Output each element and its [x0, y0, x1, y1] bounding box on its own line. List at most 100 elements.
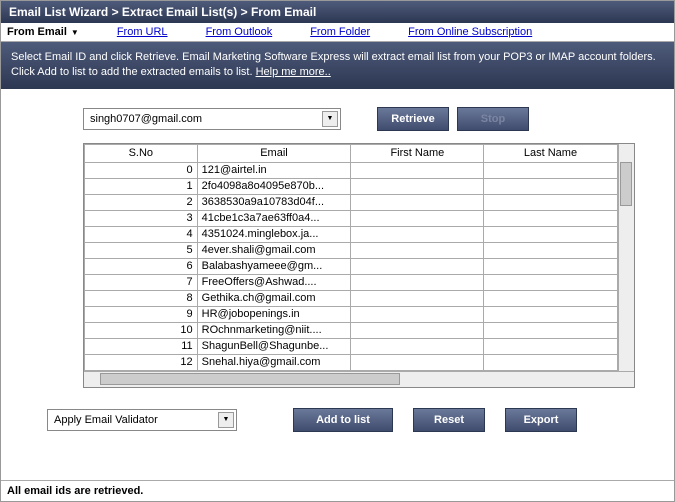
cell-first: [351, 210, 484, 226]
tab-from-email[interactable]: From Email ▼: [7, 26, 79, 38]
cell-sno: 2: [85, 194, 198, 210]
cell-sno: 10: [85, 322, 198, 338]
table-row[interactable]: 12fo4098a8o4095e870b...: [85, 178, 634, 194]
title-bar: Email List Wizard > Extract Email List(s…: [1, 1, 674, 23]
cell-email: Snehal.hiya@gmail.com: [197, 354, 351, 370]
horizontal-scrollbar[interactable]: [84, 371, 634, 387]
vertical-scrollbar[interactable]: [618, 144, 634, 371]
scrollbar-thumb[interactable]: [620, 162, 632, 206]
cell-sno: 8: [85, 290, 198, 306]
email-id-select[interactable]: singh0707@gmail.com ▼: [83, 108, 341, 130]
reset-button[interactable]: Reset: [413, 408, 485, 432]
cell-email: 4351024.minglebox.ja...: [197, 226, 351, 242]
cell-email: 41cbe1c3a7ae63ff0a4...: [197, 210, 351, 226]
cell-email: ROchnmarketing@niit....: [197, 322, 351, 338]
tab-from-online[interactable]: From Online Subscription: [408, 26, 532, 38]
cell-first: [351, 242, 484, 258]
instructions-panel: Select Email ID and click Retrieve. Emai…: [1, 42, 674, 89]
cell-first: [351, 258, 484, 274]
cell-first: [351, 290, 484, 306]
bottom-row: Apply Email Validator ▼ Add to list Rese…: [47, 408, 654, 432]
cell-first: [351, 306, 484, 322]
validator-value: Apply Email Validator: [54, 414, 158, 426]
col-email[interactable]: Email: [197, 144, 351, 162]
cell-last: [484, 322, 617, 338]
tab-from-outlook[interactable]: From Outlook: [206, 26, 273, 38]
cell-last: [484, 242, 617, 258]
table-row[interactable]: 23638530a9a10783d04f...: [85, 194, 634, 210]
cell-first: [351, 322, 484, 338]
table-row[interactable]: 7FreeOffers@Ashwad....: [85, 274, 634, 290]
cell-sno: 5: [85, 242, 198, 258]
table-row[interactable]: 11ShagunBell@Shagunbe...: [85, 338, 634, 354]
email-id-value: singh0707@gmail.com: [90, 113, 202, 125]
cell-first: [351, 274, 484, 290]
tab-from-folder[interactable]: From Folder: [310, 26, 370, 38]
cell-first: [351, 338, 484, 354]
cell-email: 4ever.shali@gmail.com: [197, 242, 351, 258]
retrieve-buttons: Retrieve Stop: [377, 107, 529, 131]
chevron-down-icon: ▼: [218, 412, 234, 428]
cell-last: [484, 258, 617, 274]
table-row[interactable]: 6Balabashyameee@gm...: [85, 258, 634, 274]
table-row[interactable]: 8Gethika.ch@gmail.com: [85, 290, 634, 306]
chevron-down-icon: ▼: [322, 111, 338, 127]
results-table: S.No Email First Name Last Name 0121@air…: [84, 144, 634, 371]
cell-email: HR@jobopenings.in: [197, 306, 351, 322]
table-header-row: S.No Email First Name Last Name: [85, 144, 634, 162]
cell-email: 121@airtel.in: [197, 162, 351, 178]
cell-email: 3638530a9a10783d04f...: [197, 194, 351, 210]
cell-sno: 7: [85, 274, 198, 290]
cell-email: Gethika.ch@gmail.com: [197, 290, 351, 306]
table-row[interactable]: 341cbe1c3a7ae63ff0a4...: [85, 210, 634, 226]
cell-first: [351, 354, 484, 370]
col-sno[interactable]: S.No: [85, 144, 198, 162]
cell-sno: 3: [85, 210, 198, 226]
status-bar: All email ids are retrieved.: [1, 480, 674, 501]
cell-last: [484, 354, 617, 370]
cell-email: FreeOffers@Ashwad....: [197, 274, 351, 290]
cell-last: [484, 194, 617, 210]
cell-last: [484, 210, 617, 226]
table-row[interactable]: 10ROchnmarketing@niit....: [85, 322, 634, 338]
cell-email: Balabashyameee@gm...: [197, 258, 351, 274]
cell-sno: 0: [85, 162, 198, 178]
app-window: Email List Wizard > Extract Email List(s…: [0, 0, 675, 502]
tab-from-url[interactable]: From URL: [117, 26, 168, 38]
retrieve-row: singh0707@gmail.com ▼ Retrieve Stop: [83, 107, 654, 131]
scrollbar-thumb[interactable]: [100, 373, 400, 385]
export-button[interactable]: Export: [505, 408, 577, 432]
table-row[interactable]: 9HR@jobopenings.in: [85, 306, 634, 322]
retrieve-button[interactable]: Retrieve: [377, 107, 449, 131]
cell-first: [351, 194, 484, 210]
col-first[interactable]: First Name: [351, 144, 484, 162]
content-area: singh0707@gmail.com ▼ Retrieve Stop S.No…: [1, 89, 674, 480]
cell-sno: 1: [85, 178, 198, 194]
add-to-list-button[interactable]: Add to list: [293, 408, 393, 432]
table-row[interactable]: 12Snehal.hiya@gmail.com: [85, 354, 634, 370]
col-last[interactable]: Last Name: [484, 144, 617, 162]
cell-email: ShagunBell@Shagunbe...: [197, 338, 351, 354]
cell-first: [351, 178, 484, 194]
action-buttons: Add to list Reset Export: [293, 408, 577, 432]
help-link[interactable]: Help me more..: [256, 66, 331, 78]
title-text: Email List Wizard > Extract Email List(s…: [9, 5, 316, 19]
cell-sno: 4: [85, 226, 198, 242]
cell-sno: 11: [85, 338, 198, 354]
cell-first: [351, 226, 484, 242]
cell-last: [484, 162, 617, 178]
instructions-text: Select Email ID and click Retrieve. Emai…: [11, 51, 656, 78]
cell-sno: 9: [85, 306, 198, 322]
status-text: All email ids are retrieved.: [7, 485, 143, 497]
results-table-wrap: S.No Email First Name Last Name 0121@air…: [83, 143, 635, 388]
chevron-down-icon: ▼: [71, 28, 79, 37]
validator-select[interactable]: Apply Email Validator ▼: [47, 409, 237, 431]
cell-first: [351, 162, 484, 178]
cell-last: [484, 306, 617, 322]
tab-from-email-label: From Email: [7, 26, 67, 38]
cell-last: [484, 290, 617, 306]
table-row[interactable]: 44351024.minglebox.ja...: [85, 226, 634, 242]
table-row[interactable]: 54ever.shali@gmail.com: [85, 242, 634, 258]
table-row[interactable]: 0121@airtel.in: [85, 162, 634, 178]
stop-button[interactable]: Stop: [457, 107, 529, 131]
